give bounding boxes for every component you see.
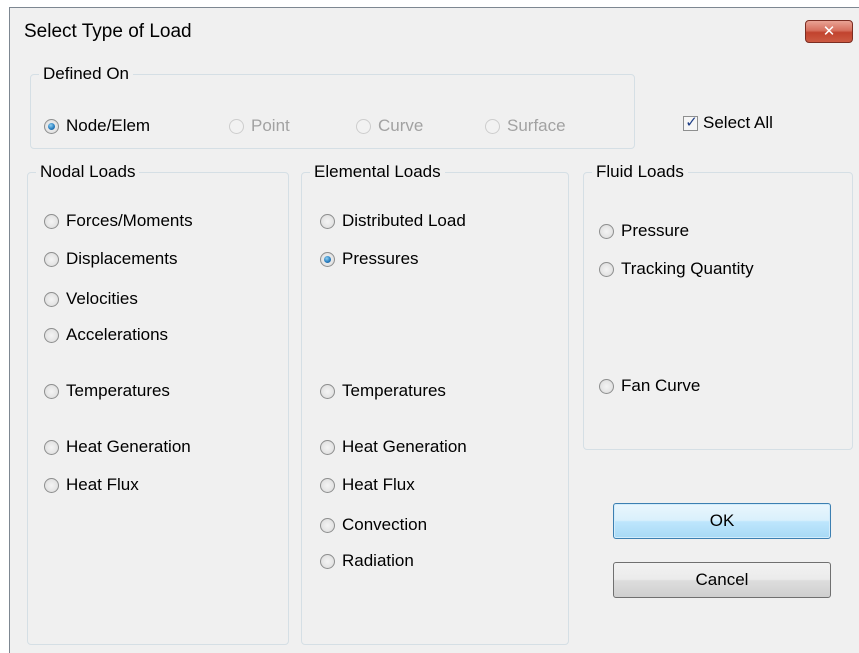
radio-button-icon [599, 378, 614, 394]
elemental-loads-group: Elemental Loads Distributed Load Pressur… [301, 161, 569, 645]
radio-button-icon [356, 118, 371, 134]
fluid-loads-legend: Fluid Loads [592, 161, 688, 183]
radio-button-icon [320, 553, 335, 569]
radio-node-elem[interactable]: Node/Elem [44, 116, 150, 136]
defined-on-group: Defined On Node/Elem Point Curve Surface [30, 63, 635, 149]
radio-nodal-velocities[interactable]: Velocities [44, 289, 138, 309]
radio-elem-heat-generation[interactable]: Heat Generation [320, 437, 467, 457]
checkbox-label: Select All [703, 113, 773, 132]
radio-label: Displacements [66, 249, 178, 268]
radio-label: Heat Flux [66, 475, 139, 494]
radio-nodal-accelerations[interactable]: Accelerations [44, 325, 168, 345]
title-bar[interactable]: Select Type of Load ✕ [10, 8, 859, 56]
dialog-window: Select Type of Load ✕ Defined On Node/El… [9, 7, 859, 653]
radio-button-icon [320, 383, 335, 399]
radio-fluid-pressure[interactable]: Pressure [599, 221, 689, 241]
radio-label: Node/Elem [66, 116, 151, 135]
ok-button[interactable]: OK [613, 503, 831, 539]
radio-button-icon [485, 118, 500, 134]
radio-button-icon [44, 327, 59, 343]
nodal-loads-group: Nodal Loads Forces/Moments Displacements… [27, 161, 289, 645]
radio-label: Curve [378, 116, 424, 135]
nodal-loads-legend: Nodal Loads [36, 161, 140, 183]
radio-label: Heat Generation [66, 437, 191, 456]
cancel-button[interactable]: Cancel [613, 562, 831, 598]
radio-button-icon [320, 213, 335, 229]
radio-nodal-temperatures[interactable]: Temperatures [44, 381, 170, 401]
radio-button-icon [44, 383, 59, 399]
radio-label: Fan Curve [621, 376, 701, 395]
radio-label: Velocities [66, 289, 138, 308]
radio-button-icon [229, 118, 244, 134]
radio-button-icon [44, 291, 59, 307]
radio-label: Point [251, 116, 290, 135]
radio-label: Temperatures [342, 381, 446, 400]
radio-elem-heat-flux[interactable]: Heat Flux [320, 475, 415, 495]
radio-button-icon [44, 477, 59, 493]
radio-button-icon [44, 251, 59, 267]
radio-nodal-displacements[interactable]: Displacements [44, 249, 178, 269]
radio-label: Accelerations [66, 325, 169, 344]
close-button[interactable]: ✕ [805, 20, 853, 43]
radio-elem-temperatures[interactable]: Temperatures [320, 381, 446, 401]
close-icon: ✕ [822, 22, 836, 40]
elemental-loads-legend: Elemental Loads [310, 161, 445, 183]
radio-elem-distributed-load[interactable]: Distributed Load [320, 211, 466, 231]
radio-button-icon [320, 251, 335, 267]
radio-label: Radiation [342, 551, 414, 570]
radio-label: Heat Generation [342, 437, 467, 456]
radio-label: Forces/Moments [66, 211, 193, 230]
radio-elem-radiation[interactable]: Radiation [320, 551, 414, 571]
radio-label: Distributed Load [342, 211, 466, 230]
radio-label: Heat Flux [342, 475, 415, 494]
radio-label: Temperatures [66, 381, 170, 400]
checkbox-box: ✓ [683, 112, 698, 131]
radio-button-icon [320, 517, 335, 533]
radio-surface[interactable]: Surface [485, 116, 566, 136]
radio-button-icon [599, 261, 614, 277]
radio-button-icon [320, 439, 335, 455]
radio-curve[interactable]: Curve [356, 116, 423, 136]
radio-button-icon [44, 439, 59, 455]
radio-fluid-fan-curve[interactable]: Fan Curve [599, 376, 700, 396]
radio-fluid-tracking-quantity[interactable]: Tracking Quantity [599, 259, 754, 279]
radio-point[interactable]: Point [229, 116, 290, 136]
radio-label: Tracking Quantity [621, 259, 754, 278]
radio-nodal-heat-generation[interactable]: Heat Generation [44, 437, 191, 457]
radio-label: Pressure [621, 221, 690, 240]
radio-elem-pressures[interactable]: Pressures [320, 249, 419, 269]
radio-nodal-forces-moments[interactable]: Forces/Moments [44, 211, 193, 231]
dialog-title: Select Type of Load [24, 21, 192, 42]
radio-label: Convection [342, 515, 428, 534]
radio-nodal-heat-flux[interactable]: Heat Flux [44, 475, 139, 495]
radio-elem-convection[interactable]: Convection [320, 515, 427, 535]
radio-button-icon [44, 118, 59, 134]
radio-button-icon [44, 213, 59, 229]
fluid-loads-group: Fluid Loads Pressure Tracking Quantity F… [583, 161, 853, 450]
defined-on-legend: Defined On [39, 63, 133, 85]
radio-label: Surface [507, 116, 566, 135]
radio-button-icon [599, 223, 614, 239]
radio-button-icon [320, 477, 335, 493]
radio-label: Pressures [342, 249, 419, 268]
checkmark-icon: ✓ [685, 112, 698, 131]
select-all-checkbox[interactable]: ✓ Select All [683, 113, 773, 133]
